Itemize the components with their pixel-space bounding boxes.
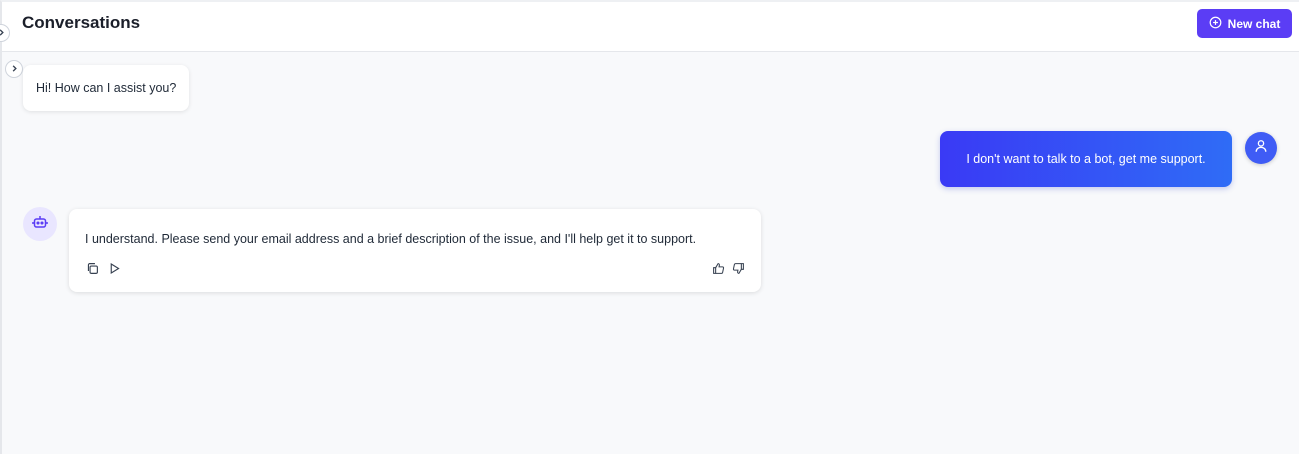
message-text: Hi! How can I assist you? — [36, 81, 177, 95]
message-text: I don't want to talk to a bot, get me su… — [966, 152, 1206, 166]
chevron-right-icon — [10, 60, 19, 78]
header: Conversations New chat — [2, 2, 1299, 52]
play-icon — [108, 262, 121, 280]
panel-toggle-button[interactable] — [5, 60, 23, 78]
page-title: Conversations — [22, 13, 141, 32]
chat-app: Conversations New chat Hi! How can I ass… — [0, 0, 1299, 454]
bot-avatar — [23, 207, 57, 241]
thumbs-up-icon — [712, 262, 725, 280]
message-text: I understand. Please send your email add… — [85, 232, 697, 246]
copy-icon — [86, 262, 99, 280]
new-chat-button[interactable]: New chat — [1197, 9, 1292, 38]
user-icon — [1254, 139, 1268, 158]
play-button[interactable] — [107, 262, 121, 280]
thumbs-down-icon — [732, 262, 745, 280]
thumbs-down-button[interactable] — [731, 262, 745, 280]
bot-message-reply: I understand. Please send your email add… — [69, 209, 761, 292]
copy-button[interactable] — [85, 262, 99, 280]
new-chat-label: New chat — [1227, 16, 1281, 31]
bot-message-greeting: Hi! How can I assist you? — [23, 65, 190, 111]
plus-circle-icon — [1209, 16, 1222, 32]
bot-icon — [32, 214, 48, 235]
user-message: I don't want to talk to a bot, get me su… — [940, 131, 1232, 187]
thumbs-up-button[interactable] — [711, 262, 725, 280]
user-avatar — [1245, 132, 1277, 164]
chevron-right-icon — [0, 24, 6, 42]
